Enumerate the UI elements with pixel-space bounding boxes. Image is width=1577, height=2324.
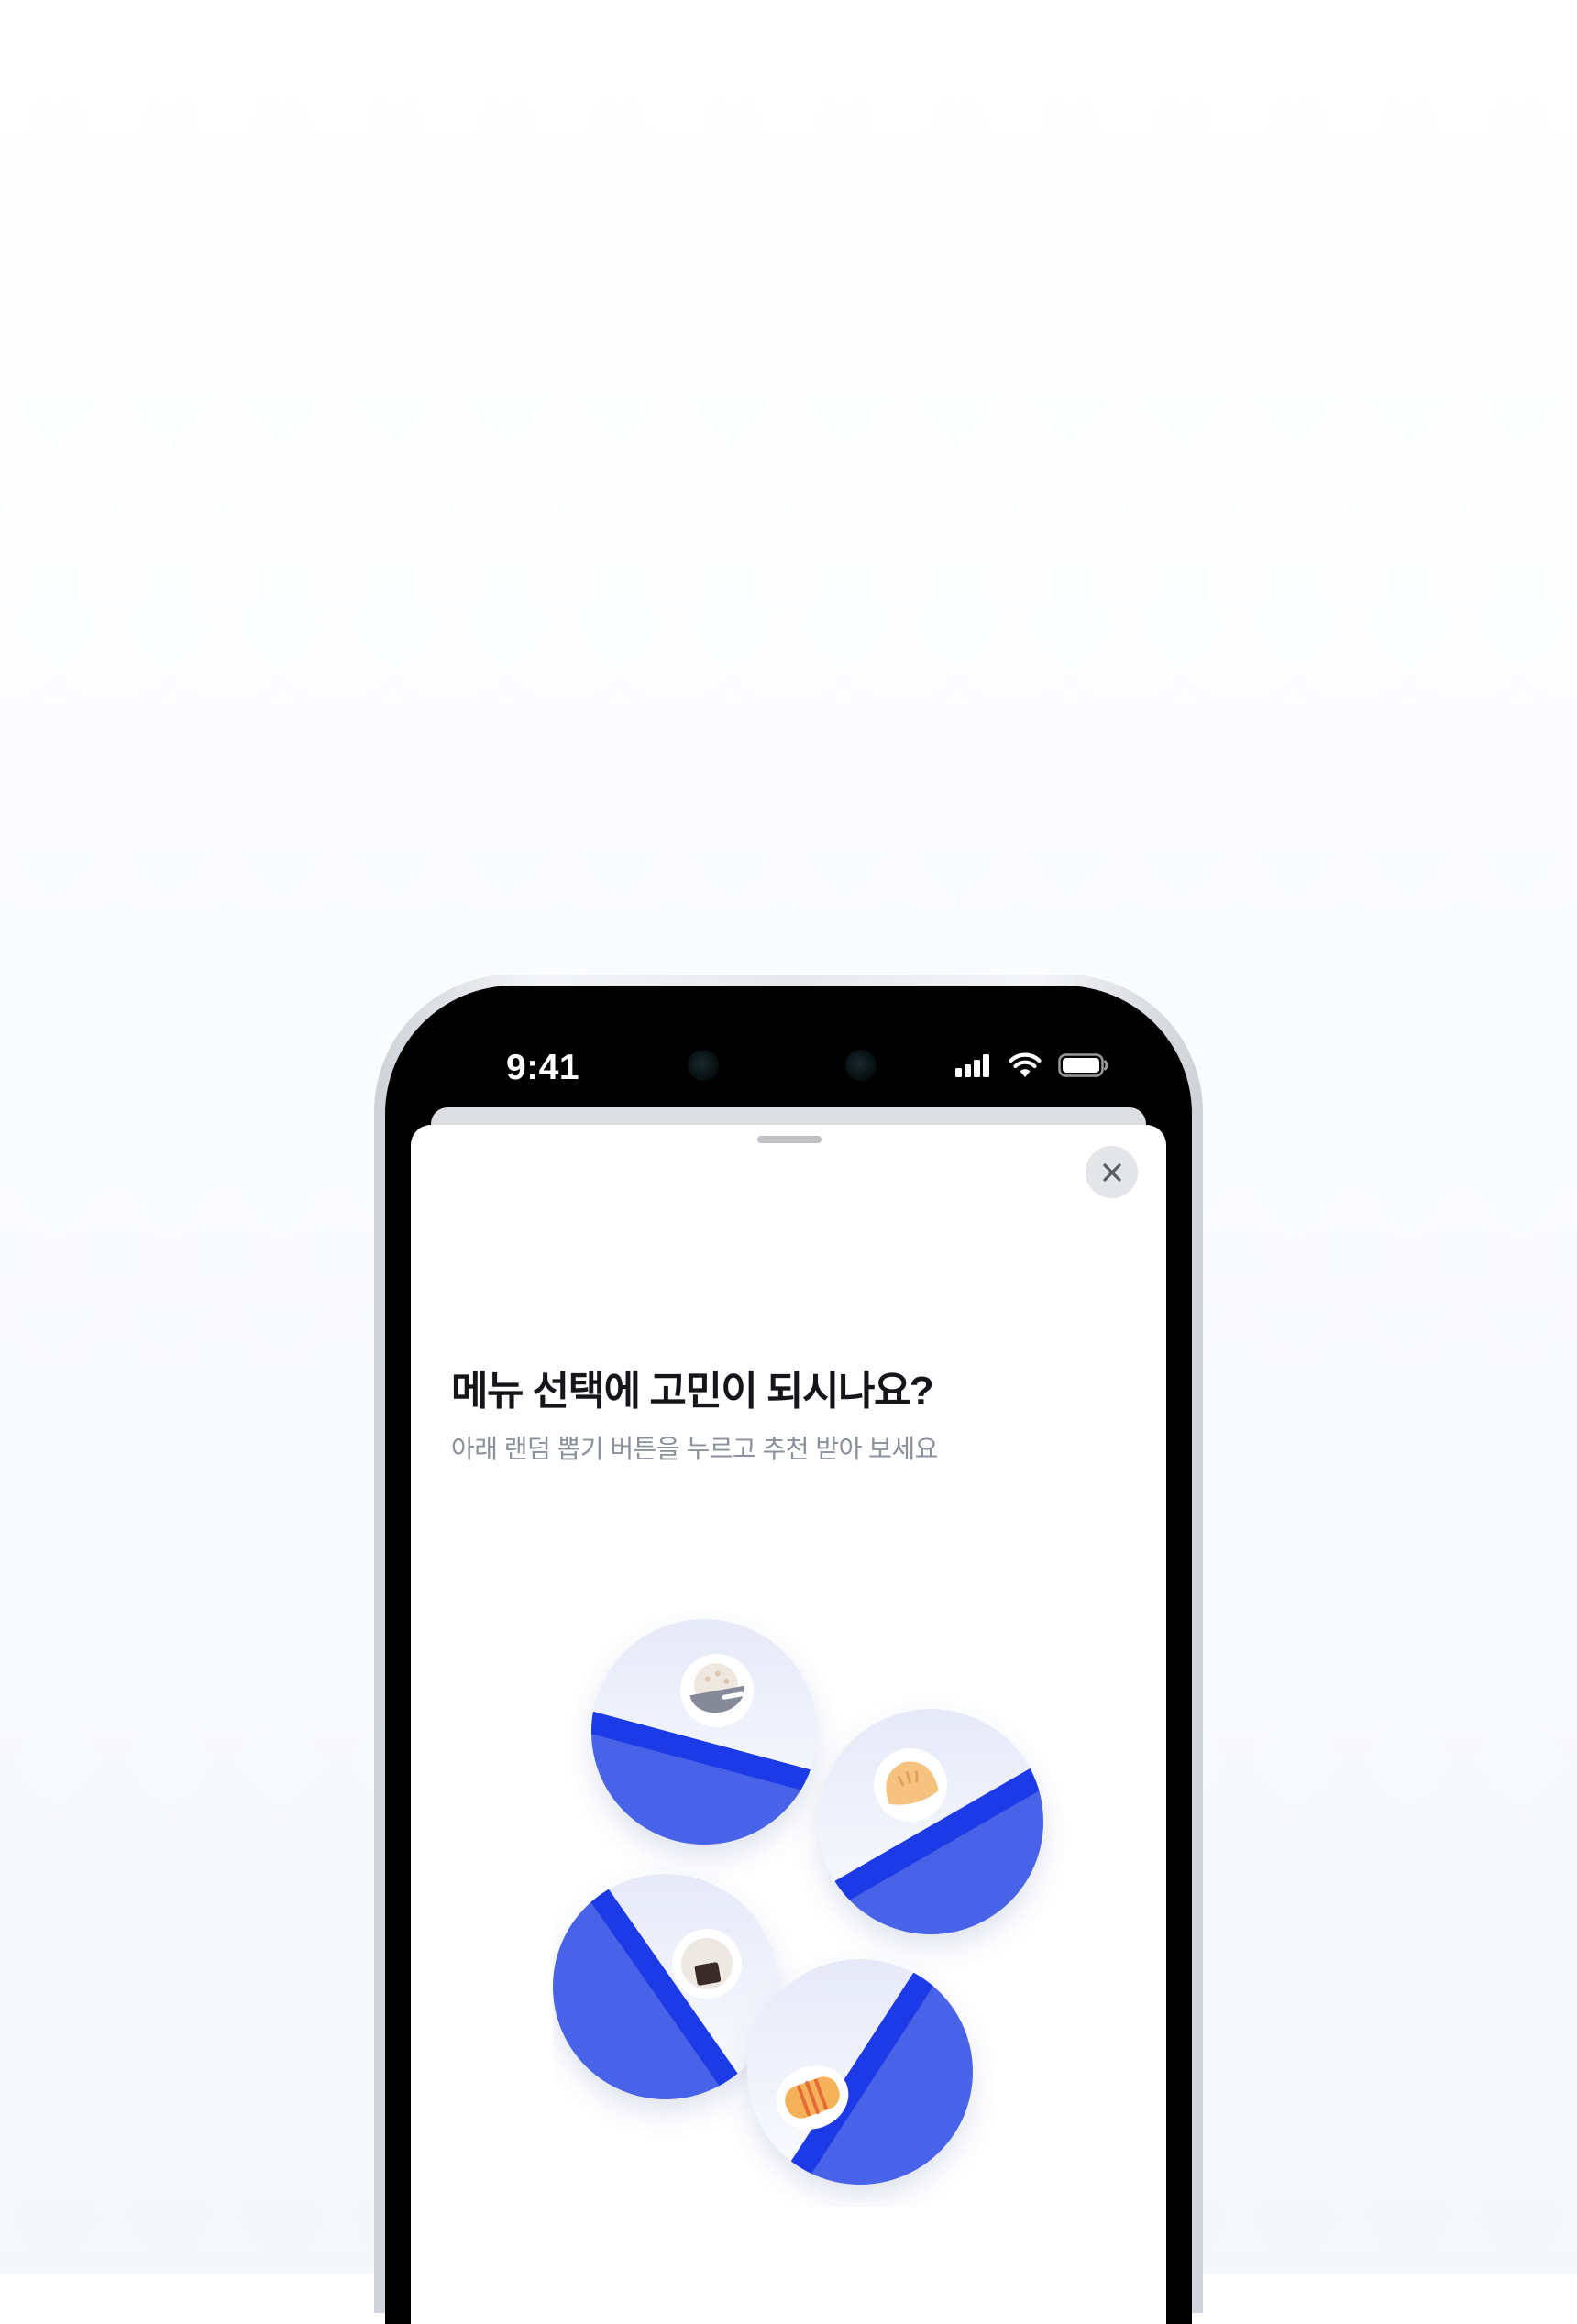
status-time: 9:41 xyxy=(506,1048,580,1087)
phone-screen: 9:41 메뉴 선택에 고민이 되시나요? 아래 랜덤 뽑기 버튼을 누르고 추… xyxy=(385,986,1192,2324)
random-capsules-illustration xyxy=(553,1619,1043,2185)
sheet-grabber[interactable] xyxy=(757,1136,822,1143)
capsule-bread xyxy=(747,1959,973,2185)
page-title: 메뉴 선택에 고민이 되시나요? xyxy=(451,1369,934,1414)
camera-lens xyxy=(688,1050,719,1081)
close-icon xyxy=(1102,1162,1121,1182)
capsule-rice-ball xyxy=(553,1874,778,2099)
sensor-lens xyxy=(845,1050,877,1081)
signal-icon xyxy=(955,1054,989,1077)
bottom-sheet: 메뉴 선택에 고민이 되시나요? 아래 랜덤 뽑기 버튼을 누르고 추천 받아 … xyxy=(411,1125,1166,2324)
status-icons xyxy=(955,1050,1109,1081)
close-button[interactable] xyxy=(1086,1146,1138,1198)
wifi-icon xyxy=(1009,1052,1042,1077)
battery-icon xyxy=(1058,1053,1108,1077)
page-subtitle: 아래 랜덤 뽑기 버튼을 누르고 추천 받아 보세요 xyxy=(451,1435,938,1463)
